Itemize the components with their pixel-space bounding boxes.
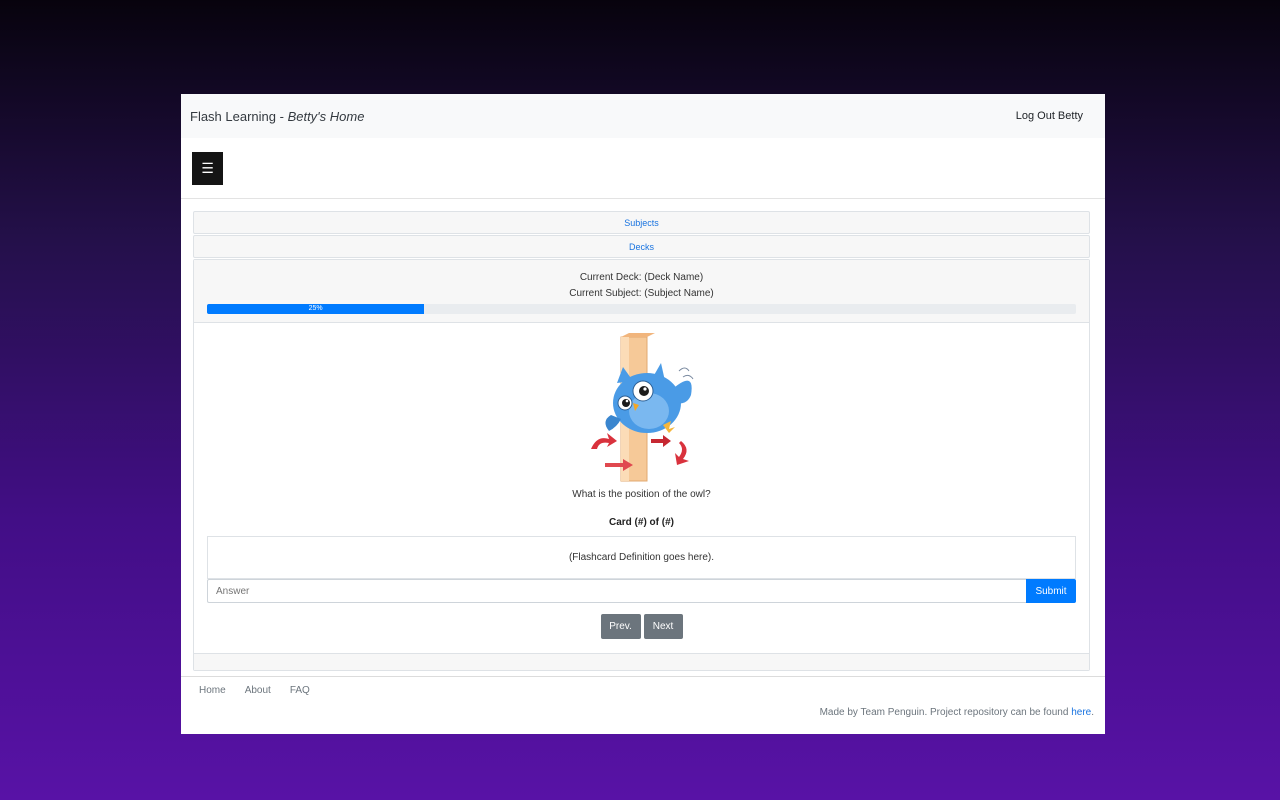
card-body: What is the position of the owl? Card (#… bbox=[194, 323, 1089, 653]
menu-row: ☰ bbox=[181, 138, 1105, 199]
flashcard-definition: (Flashcard Definition goes here). bbox=[207, 536, 1076, 579]
card-navigation: Prev. Next bbox=[194, 614, 1089, 639]
footer-link-faq[interactable]: FAQ bbox=[290, 685, 310, 696]
flashcard-question: What is the position of the owl? bbox=[572, 489, 711, 500]
app-name: Flash Learning bbox=[190, 108, 276, 124]
prev-button[interactable]: Prev. bbox=[600, 614, 641, 639]
subjects-toggle[interactable]: Subjects bbox=[193, 211, 1090, 234]
user-home-title: Betty's Home bbox=[287, 108, 365, 124]
title-separator: - bbox=[276, 108, 288, 124]
hamburger-menu-icon: ☰ bbox=[201, 160, 214, 177]
brand[interactable]: Flash Learning - Betty's Home bbox=[190, 109, 364, 124]
current-subject: Current Subject: (Subject Name) bbox=[569, 288, 714, 299]
submit-button[interactable]: Submit bbox=[1026, 579, 1076, 603]
next-button[interactable]: Next bbox=[643, 614, 683, 639]
credit-text: Made by Team Penguin. Project repository… bbox=[819, 707, 1072, 718]
card-header: Current Deck: (Deck Name) Current Subjec… bbox=[194, 260, 1089, 323]
footer-link-about[interactable]: About bbox=[245, 685, 271, 696]
card-footer bbox=[194, 653, 1089, 670]
hamburger-menu-button[interactable]: ☰ bbox=[192, 152, 223, 185]
repository-link[interactable]: here bbox=[1071, 707, 1091, 718]
answer-form: Submit bbox=[207, 579, 1076, 603]
footer-credit: Made by Team Penguin. Project repository… bbox=[820, 707, 1094, 718]
owl-on-post-illustration bbox=[591, 333, 694, 482]
app-window: Flash Learning - Betty's Home Log Out Be… bbox=[181, 94, 1105, 734]
study-panel: Subjects Decks Current Deck: (Deck Name)… bbox=[193, 211, 1090, 671]
footer-divider bbox=[181, 676, 1105, 677]
logout-link[interactable]: Log Out Betty bbox=[1016, 110, 1083, 122]
progress-bar-fill: 25% bbox=[207, 304, 425, 314]
credit-end: . bbox=[1091, 707, 1094, 718]
current-deck: Current Deck: (Deck Name) bbox=[579, 272, 704, 283]
flashcard-card: Current Deck: (Deck Name) Current Subjec… bbox=[193, 259, 1090, 671]
progress-bar-track: 25% bbox=[207, 304, 1076, 314]
top-navbar: Flash Learning - Betty's Home Log Out Be… bbox=[181, 94, 1105, 138]
decks-toggle[interactable]: Decks bbox=[193, 235, 1090, 258]
footer-nav: Home About FAQ bbox=[199, 685, 310, 696]
card-counter: Card (#) of (#) bbox=[609, 517, 674, 528]
footer-link-home[interactable]: Home bbox=[199, 685, 226, 696]
answer-input[interactable] bbox=[207, 579, 1026, 603]
